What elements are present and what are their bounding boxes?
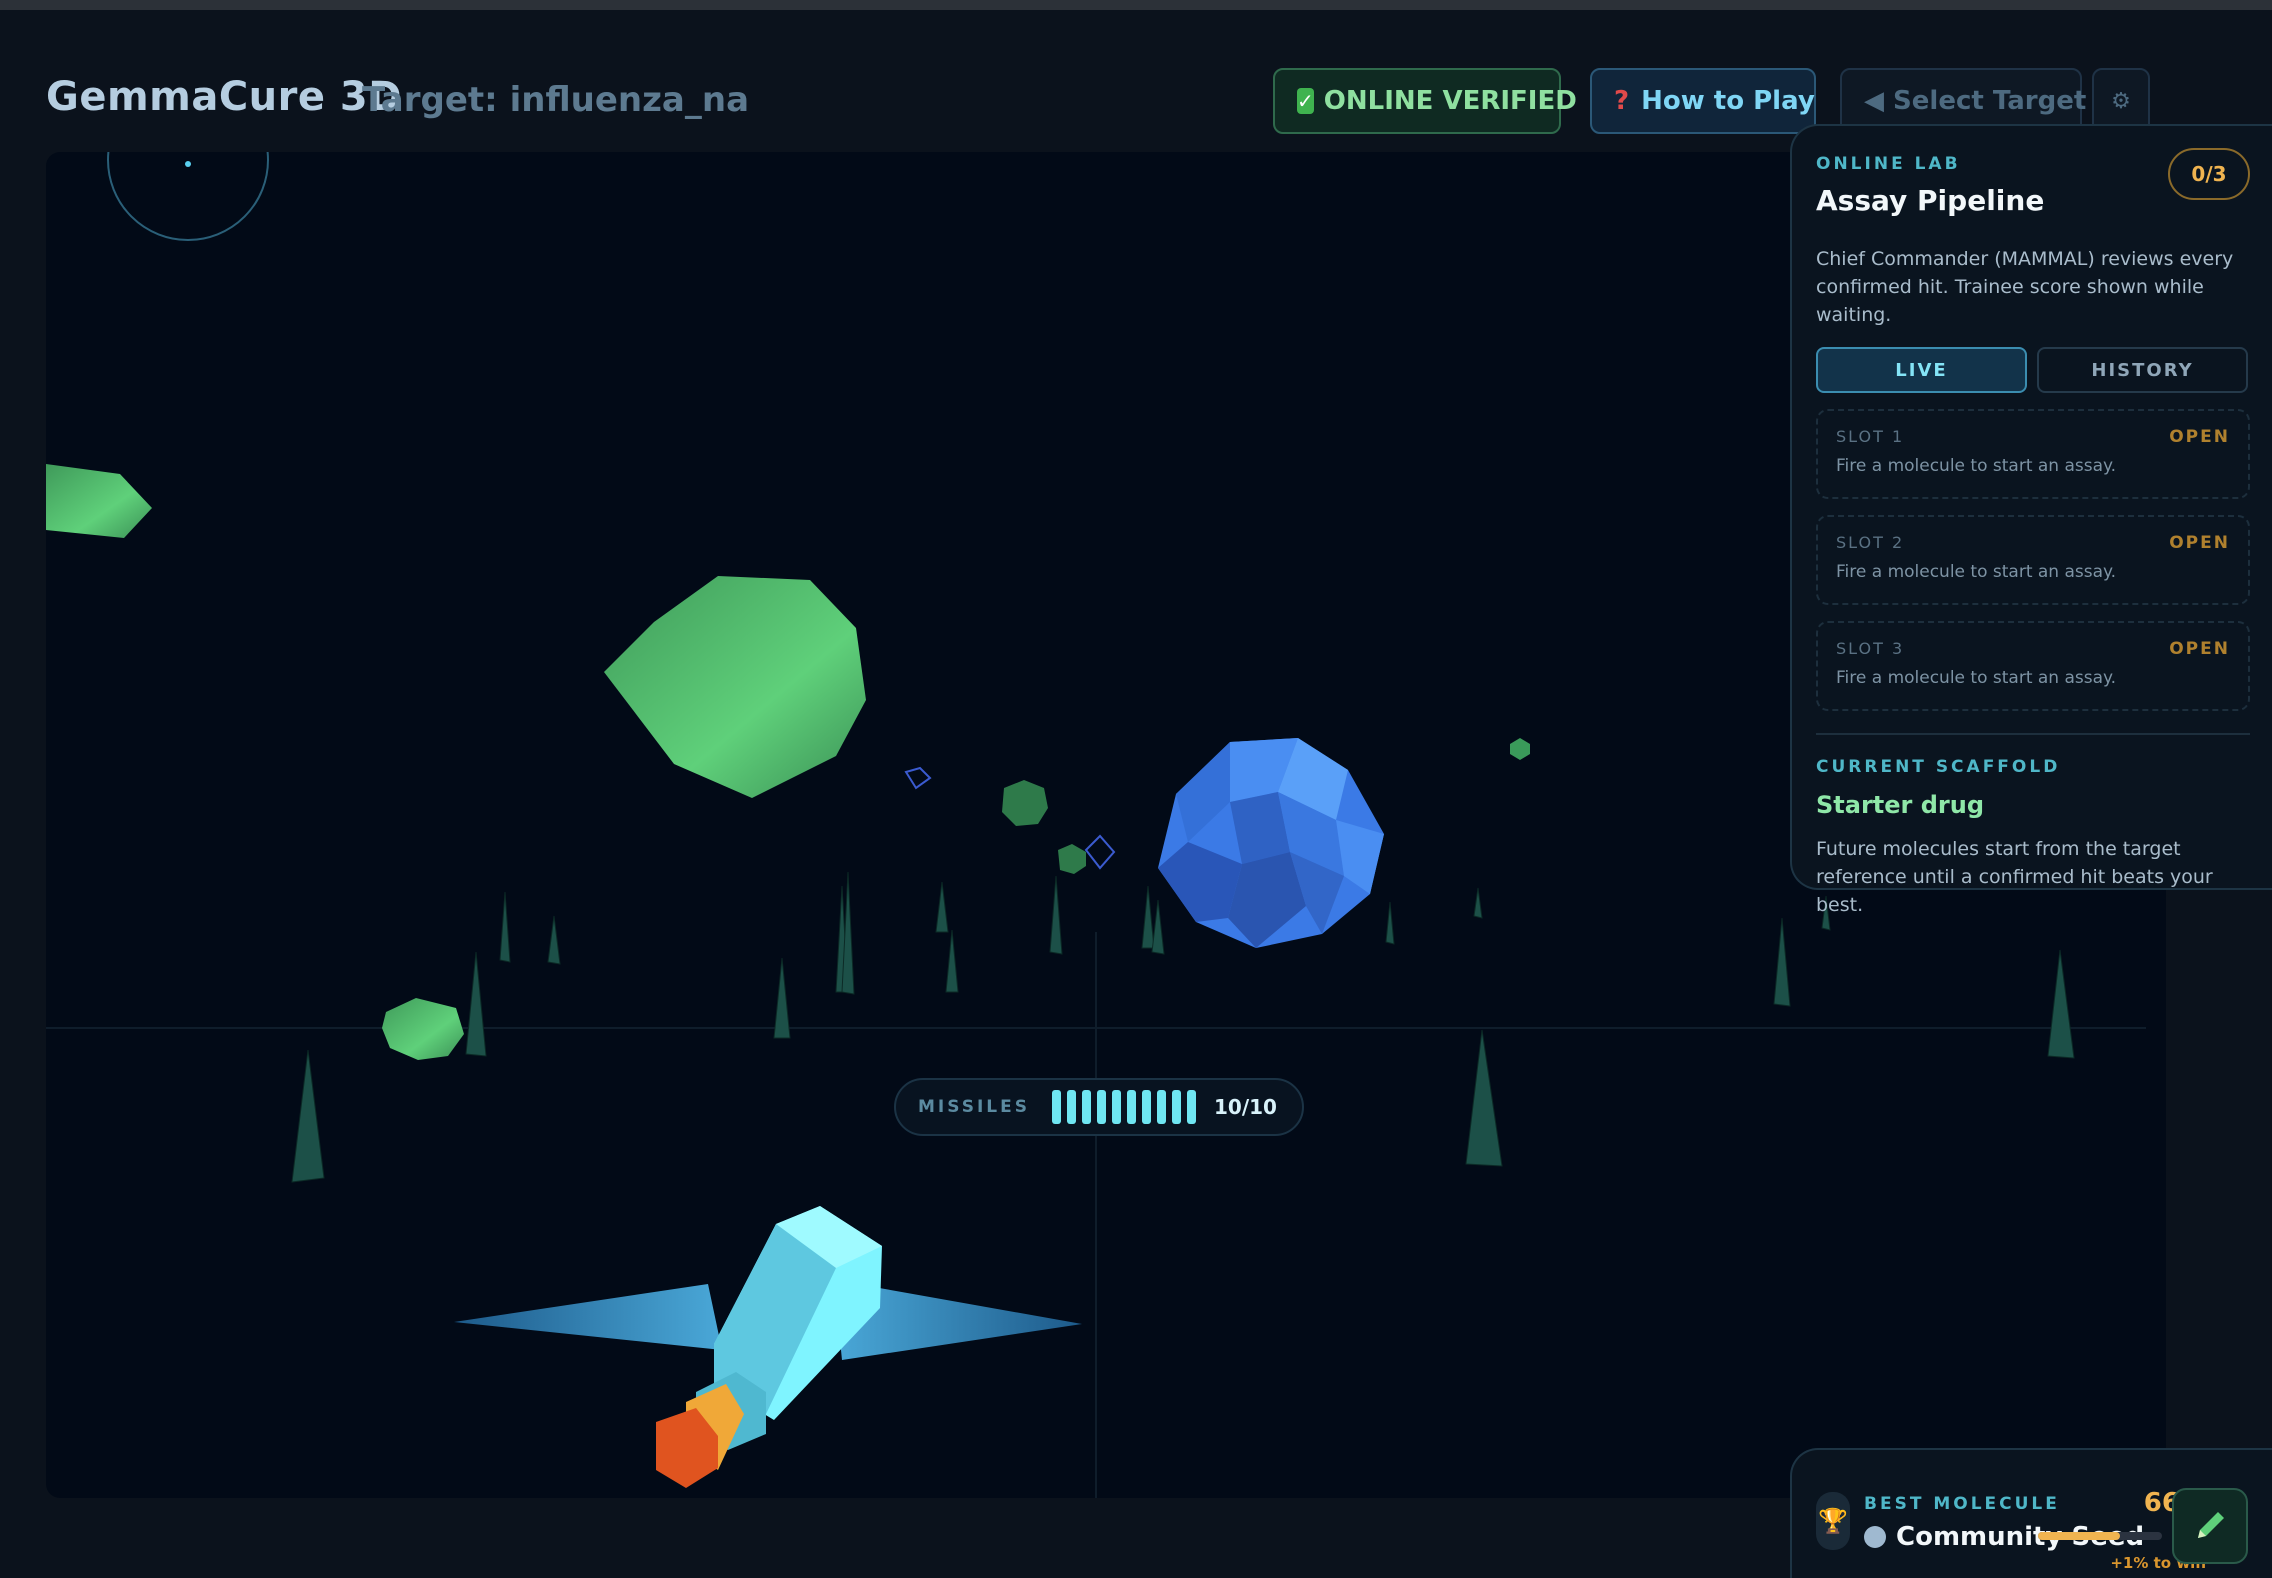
missile-ammo-bar (1141, 1090, 1151, 1124)
missile-ammo-bar (1111, 1090, 1121, 1124)
slot-hint: Fire a molecule to start an assay. (1836, 456, 2117, 476)
assay-panel: ONLINE LAB Assay Pipeline 0/3 Chief Comm… (1790, 124, 2272, 916)
page: GemmaCure 3D Target: influenza_na ✓ ONLI… (0, 10, 2272, 1578)
missile-ammo-bar (1186, 1090, 1196, 1124)
crystal-1 (904, 766, 932, 790)
tab-live[interactable]: LIVE (1816, 347, 2027, 393)
checkmark-icon: ✓ (1297, 88, 1314, 114)
missile-ammo-bar (1126, 1090, 1136, 1124)
asteroid-tiny-3 (1510, 738, 1530, 760)
best-molecule-kicker: BEST MOLECULE (1864, 1494, 2060, 1514)
globe-icon (1864, 1526, 1886, 1548)
missile-ammo-bar (1051, 1090, 1061, 1124)
slot-state: OPEN (2169, 639, 2230, 659)
gear-icon: ⚙ (2111, 88, 2131, 114)
trophy-icon: 🏆 (1816, 1492, 1850, 1550)
tab-history[interactable]: HISTORY (2037, 347, 2248, 393)
asteroid-large (604, 576, 866, 798)
edit-molecule-button[interactable] (2172, 1488, 2248, 1564)
radar-dot (185, 161, 191, 167)
scaffold-name: Starter drug (1816, 791, 1985, 819)
missile-ammo-bar (1081, 1090, 1091, 1124)
question-icon: ? (1614, 86, 1630, 116)
online-verified-badge[interactable]: ✓ ONLINE VERIFIED (1273, 68, 1577, 134)
crystal-2 (1084, 834, 1116, 870)
scaffold-description: Future molecules start from the target r… (1816, 838, 2213, 916)
best-progress-fill (2038, 1532, 2120, 1540)
assay-count-badge: 0/3 (2168, 148, 2250, 200)
assay-slot: SLOT 1 OPEN Fire a molecule to start an … (1816, 409, 2250, 499)
missile-ammo-bar (1066, 1090, 1076, 1124)
app-title: GemmaCure 3D (46, 74, 402, 120)
panel-description: Chief Commander (MAMMAL) reviews every c… (1816, 248, 2234, 326)
scaffold-kicker: CURRENT SCAFFOLD (1816, 757, 2061, 777)
pencil-icon (2198, 1512, 2224, 1538)
missiles-hud: MISSILES 10/10 (894, 1078, 1304, 1136)
assay-slot: SLOT 3 OPEN Fire a molecule to start an … (1816, 621, 2250, 711)
slot-hint: Fire a molecule to start an assay. (1836, 668, 2117, 688)
online-verified-label: ONLINE VERIFIED (1323, 86, 1577, 116)
target-subtitle: Target: influenza_na (362, 80, 750, 120)
asteroid-tiny-2 (1058, 844, 1086, 874)
missiles-label: MISSILES (918, 1097, 1030, 1117)
missile-ammo-bar (1156, 1090, 1166, 1124)
asteroid-small (382, 998, 464, 1060)
player-ship (454, 1206, 1082, 1488)
best-molecule-widget: 🏆 BEST MOLECULE Community Seed 66% +1% t… (1790, 1448, 2272, 1578)
slot-state: OPEN (2169, 533, 2230, 553)
assay-slot: SLOT 2 OPEN Fire a molecule to start an … (1816, 515, 2250, 605)
target-planet (1158, 738, 1384, 948)
missile-ammo-bars (1051, 1090, 1196, 1124)
panel-divider (1816, 733, 2250, 735)
select-target-label: ◀ Select Target (1864, 86, 2087, 116)
missile-ammo-bar (1096, 1090, 1106, 1124)
missiles-count: 10/10 (1213, 1095, 1277, 1119)
slot-hint: Fire a molecule to start an assay. (1836, 562, 2117, 582)
how-to-play-label: How to Play (1641, 86, 1815, 116)
panel-tabs: LIVE HISTORY (1816, 347, 2248, 393)
asteroid-tiny-1 (1002, 780, 1048, 826)
missile-ammo-bar (1171, 1090, 1181, 1124)
asteroid-edge (46, 464, 152, 538)
slot-state: OPEN (2169, 427, 2230, 447)
best-progress-track (2038, 1532, 2162, 1540)
how-to-play-button[interactable]: ? How to Play (1590, 68, 1816, 134)
window-top-strip (0, 0, 2272, 10)
